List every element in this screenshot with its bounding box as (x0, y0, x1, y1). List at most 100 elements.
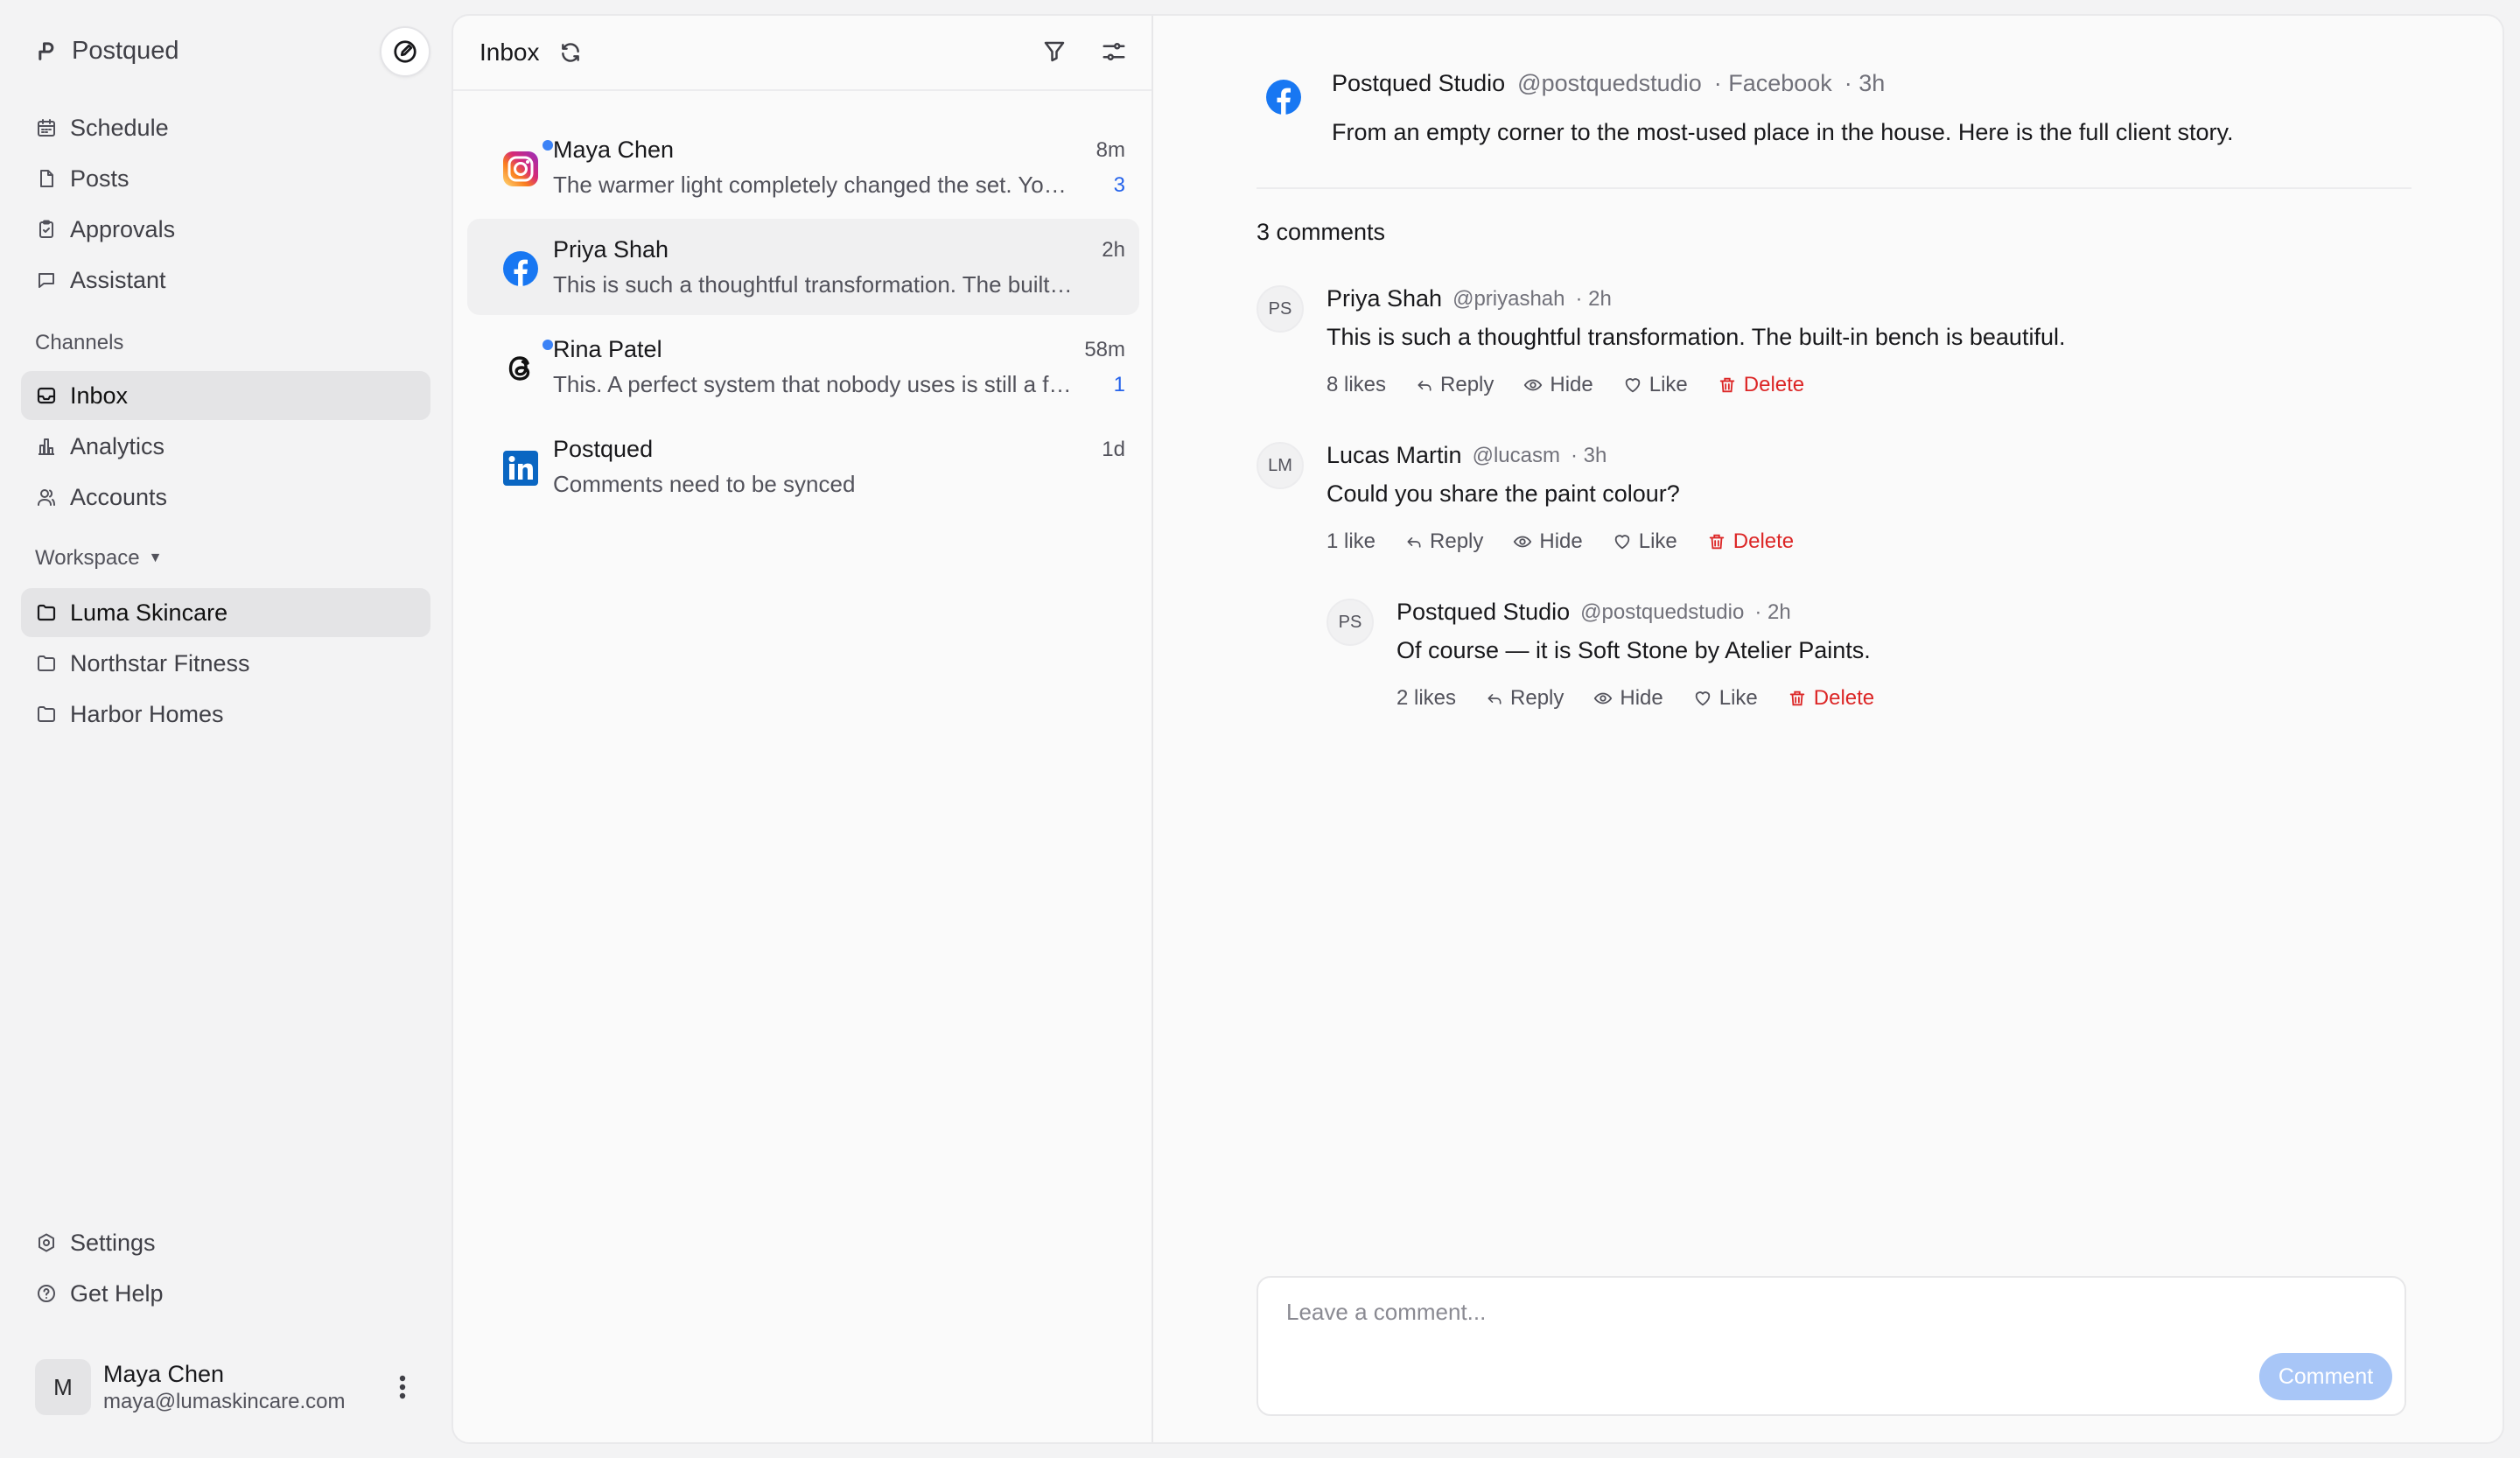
workspace-northstar-fitness[interactable]: Northstar Fitness (21, 639, 430, 688)
comments-count: 3 comments (1256, 219, 1386, 245)
conversation-item[interactable]: Priya Shah 2h This is such a thoughtful … (467, 219, 1139, 315)
caret-down-icon: ▼ (148, 550, 163, 565)
comment-handle: @lucasm (1472, 443, 1560, 467)
conversation-preview: This is such a thoughtful transformation… (553, 271, 1078, 298)
conversation-name: Priya Shah (553, 236, 669, 263)
facebook-icon (502, 250, 539, 287)
conversation-name: Postqued (553, 436, 654, 462)
like-count: 1 like (1326, 529, 1376, 553)
trash-icon (1788, 689, 1807, 708)
avatar: PS (1326, 599, 1374, 646)
nav-inbox[interactable]: Inbox (21, 371, 430, 420)
chat-bubble-icon (35, 269, 58, 291)
refresh-icon[interactable] (559, 41, 582, 64)
nav-approvals[interactable]: Approvals (21, 205, 430, 254)
reply-button[interactable]: Reply (1486, 686, 1564, 711)
eye-icon (1593, 689, 1613, 708)
like-button[interactable]: Like (1693, 686, 1758, 711)
like-label: Like (1718, 686, 1758, 710)
reply-button[interactable]: Reply (1416, 373, 1494, 397)
nav-label: Posts (70, 165, 130, 192)
comment-author: Lucas Martin (1326, 442, 1462, 468)
workspace-label: Northstar Fitness (70, 649, 250, 676)
delete-button[interactable]: Delete (1718, 373, 1804, 397)
post-detail-pane: Postqued Studio @postquedstudio · Facebo… (1153, 16, 2502, 1442)
app-name: Postqued (72, 36, 179, 65)
linkedin-icon (502, 450, 539, 487)
nav-assistant[interactable]: Assistant (21, 256, 430, 305)
avatar: PS (1256, 285, 1304, 333)
conversation-item[interactable]: Postqued 1d Comments need to be synced (467, 418, 1139, 515)
inbox-icon (35, 384, 58, 407)
conversation-item[interactable]: Maya Chen 8m The warmer light completely… (467, 119, 1139, 215)
comment-time: · 2h (1575, 286, 1612, 311)
nav-label: Schedule (70, 114, 169, 141)
comment-handle: @postquedstudio (1580, 599, 1745, 624)
post-handle: @postquedstudio (1517, 70, 1702, 96)
hide-button[interactable]: Hide (1593, 686, 1663, 711)
like-button[interactable]: Like (1623, 373, 1688, 397)
conversation-preview: The warmer light completely changed the … (553, 172, 1078, 198)
compose-button[interactable] (380, 26, 430, 77)
unread-dot (542, 140, 553, 151)
unread-count: 1 (1113, 373, 1125, 396)
workspace-luma-skincare[interactable]: Luma Skincare (21, 588, 430, 637)
conversation-time: 1d (1102, 438, 1125, 461)
folder-icon (35, 703, 58, 725)
users-icon (35, 486, 58, 508)
heart-icon (1613, 532, 1632, 551)
comment-composer: Comment (1256, 1276, 2406, 1416)
heart-icon (1623, 375, 1642, 395)
conversation-time: 58m (1084, 338, 1125, 361)
filter-icon[interactable] (1041, 39, 1068, 65)
user-card[interactable]: M Maya Chen maya@lumaskincare.com (35, 1358, 429, 1416)
hide-button[interactable]: Hide (1523, 373, 1593, 397)
comment-author: Priya Shah (1326, 285, 1443, 312)
threads-icon (502, 350, 539, 387)
reply-button[interactable]: Reply (1405, 529, 1483, 554)
nav-settings[interactable]: Settings (21, 1218, 430, 1267)
conversation-name: Maya Chen (553, 137, 675, 163)
bar-chart-icon (35, 435, 58, 458)
eye-icon (1523, 375, 1543, 395)
divider (1256, 187, 2412, 189)
conversation-item[interactable]: Rina Patel 58m This. A perfect system th… (467, 319, 1139, 415)
hide-label: Hide (1620, 686, 1663, 710)
channels-section-label: Channels (35, 331, 124, 354)
nav-label: Approvals (70, 215, 176, 242)
comment-text: This is such a thoughtful transformation… (1326, 324, 2066, 350)
delete-button[interactable]: Delete (1788, 686, 1874, 711)
workspace-switcher[interactable]: Workspace ▼ (35, 546, 162, 571)
nav-label: Get Help (70, 1279, 164, 1307)
brand[interactable]: Postqued (35, 32, 179, 70)
like-button[interactable]: Like (1613, 529, 1677, 554)
comment-input[interactable] (1258, 1278, 2404, 1414)
post-time: · 3h (1844, 70, 1886, 96)
user-menu-button[interactable] (392, 1372, 413, 1402)
eye-icon (1513, 532, 1532, 551)
comment-time: · 2h (1754, 599, 1791, 624)
unread-dot (542, 340, 553, 350)
hide-button[interactable]: Hide (1513, 529, 1583, 554)
nav-schedule[interactable]: Schedule (21, 103, 430, 152)
nav-posts[interactable]: Posts (21, 154, 430, 203)
sidebar: Postqued Schedule Posts Approvals Assist… (0, 0, 452, 1458)
trash-icon (1707, 532, 1726, 551)
nav-accounts[interactable]: Accounts (21, 473, 430, 522)
workspace-section-label: Workspace (35, 546, 140, 570)
nav-get-help[interactable]: Get Help (21, 1269, 430, 1318)
clipboard-check-icon (35, 218, 58, 241)
compose-icon (392, 39, 418, 65)
heart-icon (1693, 689, 1712, 708)
conversation-time: 8m (1096, 138, 1125, 162)
nav-analytics[interactable]: Analytics (21, 422, 430, 471)
inbox-header: Inbox (453, 16, 1152, 91)
comment-submit-button[interactable]: Comment (2259, 1353, 2392, 1400)
delete-label: Delete (1732, 529, 1795, 553)
workspace-harbor-homes[interactable]: Harbor Homes (21, 690, 430, 739)
sliders-icon[interactable] (1101, 39, 1127, 65)
instagram-icon (502, 151, 539, 187)
nav-label: Assistant (70, 266, 166, 293)
delete-button[interactable]: Delete (1707, 529, 1794, 554)
like-count: 2 likes (1396, 686, 1457, 710)
